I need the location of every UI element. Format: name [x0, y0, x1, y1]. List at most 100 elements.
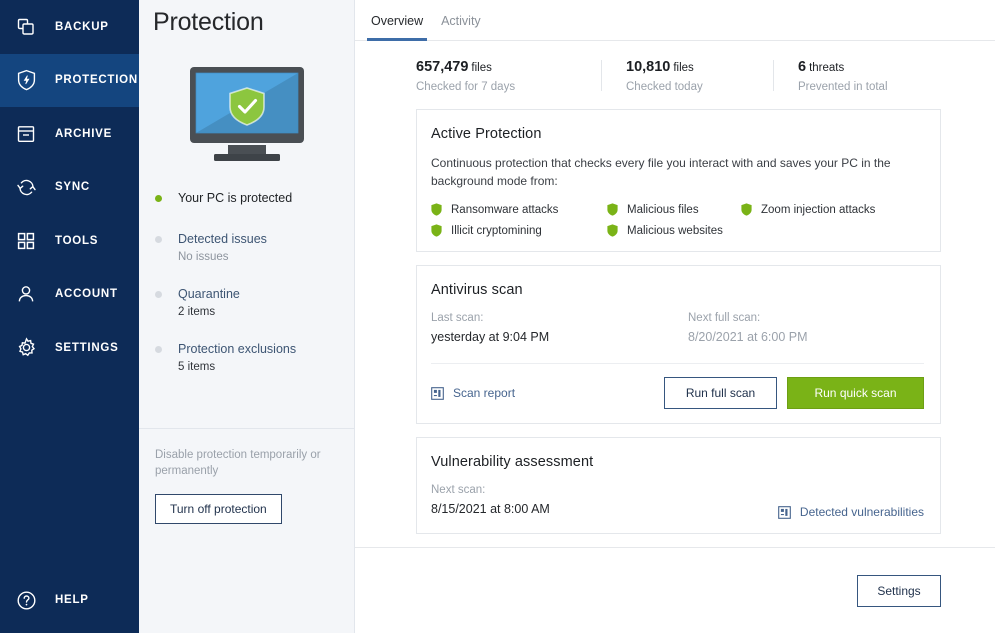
sidebar-item-account[interactable]: ACCOUNT: [0, 268, 139, 322]
sync-arrows-icon: [10, 171, 42, 203]
next-scan-value: 8/20/2021 at 6:00 PM: [688, 330, 808, 345]
tab-overview[interactable]: Overview: [362, 14, 432, 42]
sidebar-item-label: ARCHIVE: [55, 127, 113, 140]
statistics-row: 657,479 files Checked for 7 days 10,810 fi…: [416, 41, 995, 109]
feature-malicious-websites: Malicious websites: [607, 224, 741, 237]
settings-button[interactable]: Settings: [857, 574, 941, 607]
sidebar-item-tools[interactable]: TOOLS: [0, 214, 139, 268]
list-item-label[interactable]: Protection exclusions: [178, 341, 296, 358]
sidebar-item-settings[interactable]: SETTINGS: [0, 321, 139, 375]
vulnerability-assessment-card: Vulnerability assessment Next scan: 8/15…: [416, 437, 941, 535]
last-scan-label: Last scan:: [431, 312, 484, 325]
feature-label: Ransomware attacks: [451, 203, 559, 216]
last-scan-block: Last scan: yesterday at 9:04 PM: [431, 310, 688, 347]
scan-info: Last scan: yesterday at 9:04 PM Next ful…: [431, 310, 924, 363]
list-item-detected-issues[interactable]: Detected issues No issues: [155, 231, 354, 266]
vulnerability-row: Next scan: 8/15/2021 at 8:00 AM Detected…: [431, 482, 924, 519]
stat-number: 10,810: [626, 59, 671, 76]
main-content: Overview Activity 657,479 files Checked f…: [355, 0, 995, 633]
turn-off-protection-button[interactable]: Turn off protection: [155, 494, 282, 524]
main-footer: Settings: [355, 547, 995, 633]
protection-summary-list: Detected issues No issues Quarantine 2 i…: [139, 231, 354, 396]
tab-activity[interactable]: Activity: [432, 14, 490, 40]
sidebar-item-label: TOOLS: [55, 234, 99, 247]
stat-files-checked-7days: 657,479 files Checked for 7 days: [416, 58, 601, 93]
bullet-dot-icon: [155, 236, 162, 243]
tab-bar: Overview Activity: [355, 0, 995, 42]
shield-bolt-icon: [10, 64, 42, 96]
sidebar-item-sync[interactable]: SYNC: [0, 161, 139, 215]
feature-label: Malicious websites: [627, 224, 723, 237]
run-quick-scan-button[interactable]: Run quick scan: [787, 377, 924, 410]
next-scan-label: Next scan:: [431, 484, 486, 497]
antivirus-actions: Scan report Run full scan Run quick scan: [431, 364, 924, 410]
status-dot-icon: [155, 194, 162, 202]
protection-status: Your PC is protected: [139, 191, 354, 205]
green-shield-icon: [431, 203, 442, 216]
bullet-dot-icon: [155, 346, 162, 353]
card-description: Continuous protection that checks every …: [431, 156, 891, 189]
report-document-icon: [431, 386, 444, 400]
stat-caption: Prevented in total: [798, 81, 888, 94]
scan-report-label: Scan report: [453, 386, 516, 401]
feature-label: Malicious files: [627, 203, 699, 216]
list-item-value: 5 items: [178, 361, 216, 373]
detected-vulnerabilities-label: Detected vulnerabilities: [799, 505, 924, 520]
last-scan-value: yesterday at 9:04 PM: [431, 330, 550, 345]
protection-features-list: Ransomware attacks Malicious files Zoom …: [431, 203, 924, 237]
sidebar-item-label: BACKUP: [55, 20, 109, 33]
stat-threats-prevented: 6 threats Prevented in total: [773, 58, 933, 93]
stat-number: 6: [798, 59, 807, 76]
sidebar-item-label: ACCOUNT: [55, 288, 118, 301]
archive-box-icon: [10, 118, 42, 150]
sidebar-navigation: BACKUP PROTECTION ARCHIVE SYNC TOOLS ACC…: [0, 0, 139, 633]
disable-protection-note: Disable protection temporarily or perman…: [155, 449, 321, 477]
feature-illicit-cryptomining: Illicit cryptomining: [431, 224, 607, 237]
sidebar-item-protection[interactable]: PROTECTION: [0, 53, 139, 107]
protection-side-panel: Protection Your PC is protected Detected…: [139, 0, 355, 633]
sidebar-item-help[interactable]: HELP: [0, 574, 139, 628]
person-icon: [10, 278, 42, 310]
copies-icon: [10, 11, 42, 43]
green-shield-icon: [607, 203, 618, 216]
scan-report-link[interactable]: Scan report: [431, 386, 515, 400]
active-protection-card: Active Protection Continuous protection …: [416, 109, 941, 253]
monitor-with-green-shield-illustration: [139, 65, 354, 165]
list-item-value: 2 items: [178, 306, 216, 318]
run-full-scan-button[interactable]: Run full scan: [664, 377, 777, 410]
green-shield-icon: [741, 203, 752, 216]
card-title: Vulnerability assessment: [431, 454, 594, 471]
next-scan-label: Next full scan:: [688, 312, 761, 325]
list-item-protection-exclusions[interactable]: Protection exclusions 5 items: [155, 341, 354, 376]
list-item-value: No issues: [178, 251, 229, 263]
next-scan-value: 8/15/2021 at 8:00 AM: [431, 502, 550, 517]
sidebar-item-label: SYNC: [55, 181, 90, 194]
stat-caption: Checked for 7 days: [416, 81, 516, 94]
detected-vulnerabilities-link[interactable]: Detected vulnerabilities: [778, 505, 924, 519]
list-item-label[interactable]: Detected issues: [178, 231, 267, 248]
cards-container: Active Protection Continuous protection …: [355, 109, 995, 547]
next-full-scan-block: Next full scan: 8/20/2021 at 6:00 PM: [688, 310, 808, 347]
stat-unit: files: [471, 62, 492, 75]
stat-files-checked-today: 10,810 files Checked today: [601, 58, 773, 93]
card-title: Active Protection: [431, 126, 542, 143]
application-window: BACKUP PROTECTION ARCHIVE SYNC TOOLS ACC…: [0, 0, 995, 633]
question-circle-icon: [10, 584, 42, 616]
stat-caption: Checked today: [626, 81, 703, 94]
status-badge: Your PC is protected: [178, 191, 293, 205]
sidebar-item-archive[interactable]: ARCHIVE: [0, 107, 139, 161]
stat-unit: threats: [809, 62, 845, 75]
stat-unit: files: [673, 62, 694, 75]
card-title: Antivirus scan: [431, 282, 523, 299]
list-item-label[interactable]: Quarantine: [178, 286, 240, 303]
antivirus-scan-card: Antivirus scan Last scan: yesterday at 9…: [416, 265, 941, 425]
feature-ransomware-attacks: Ransomware attacks: [431, 203, 607, 216]
feature-zoom-injection-attacks: Zoom injection attacks: [741, 203, 924, 216]
sidebar-item-label: HELP: [55, 594, 89, 607]
report-document-icon: [778, 505, 791, 519]
green-shield-icon: [607, 224, 618, 237]
bullet-dot-icon: [155, 291, 162, 298]
sidebar-item-backup[interactable]: BACKUP: [0, 0, 139, 54]
gear-icon: [10, 332, 42, 364]
list-item-quarantine[interactable]: Quarantine 2 items: [155, 286, 354, 321]
